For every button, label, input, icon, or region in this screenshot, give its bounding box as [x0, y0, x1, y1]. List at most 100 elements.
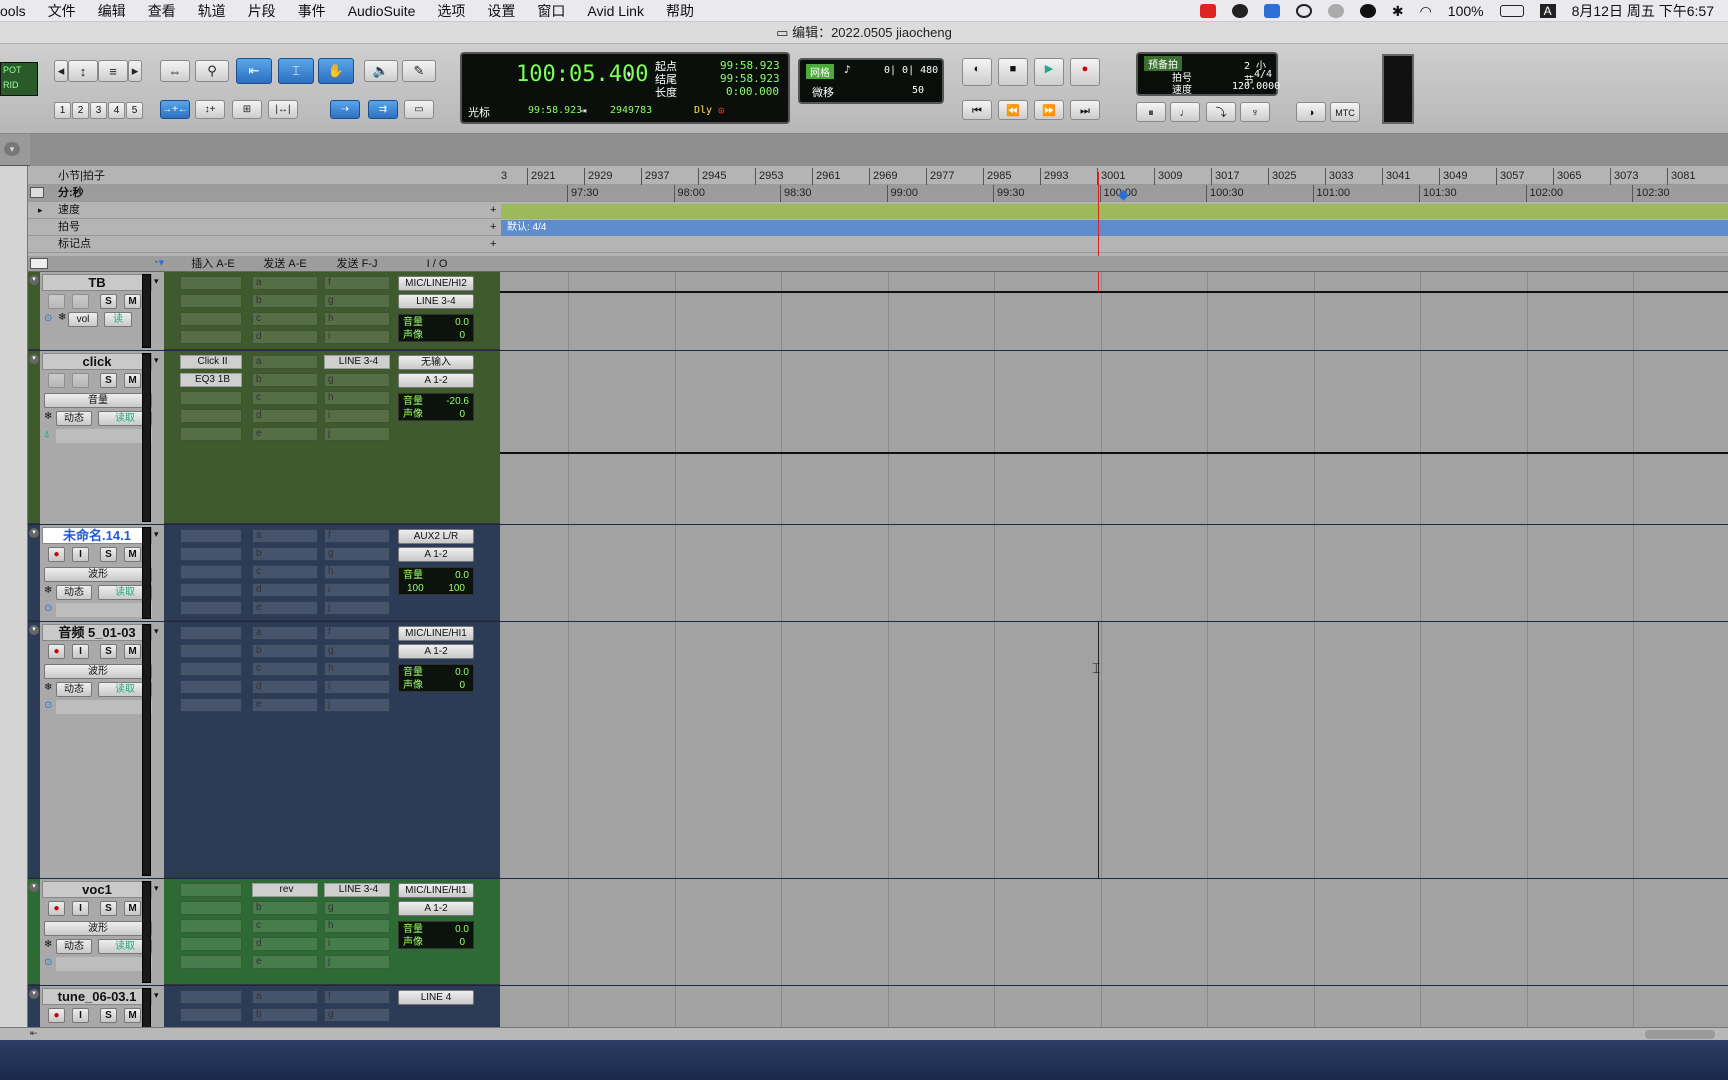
input-selector[interactable]: 无输入 — [398, 355, 474, 370]
insert-slot[interactable]: Click II — [180, 355, 242, 369]
send-slot[interactable]: d — [252, 409, 318, 423]
send-slot[interactable]: e — [252, 698, 318, 712]
playlist-icon[interactable]: ⍋ — [44, 429, 50, 440]
send-slot[interactable]: j — [324, 955, 390, 969]
zoom-preset-5[interactable]: 5 — [126, 102, 143, 119]
zoom-in-button[interactable]: ▸ — [128, 60, 142, 82]
pencil-tool[interactable]: ✎ — [402, 60, 436, 82]
tempo-value[interactable]: 120.0000 — [1232, 81, 1280, 92]
midi-zoom-button[interactable]: ≡ — [98, 60, 128, 82]
scroll-to-start-icon[interactable]: ⇤ — [30, 1028, 38, 1039]
freeze-icon[interactable]: ❄ — [44, 939, 52, 950]
volume-value[interactable]: 0.0 — [455, 666, 469, 679]
menu-pro-tools[interactable]: ools — [0, 3, 26, 19]
selector-tool[interactable]: ⌶ — [278, 58, 314, 84]
nudge-value[interactable]: 50 — [912, 85, 924, 96]
rewind-button[interactable]: ⏪ — [998, 100, 1028, 120]
send-slot[interactable]: c — [252, 919, 318, 933]
insert-slot[interactable] — [180, 990, 242, 1004]
input-monitor-button[interactable]: I — [72, 547, 89, 562]
track-collapse-icon[interactable]: ▾ — [29, 275, 39, 285]
menu-file[interactable]: 文件 — [48, 1, 76, 21]
send-slot[interactable]: j — [324, 427, 390, 441]
send-slot[interactable]: f — [324, 990, 390, 1004]
insert-slot[interactable] — [180, 662, 242, 676]
input-selector[interactable]: LINE 4 — [398, 990, 474, 1005]
track-collapse-icon[interactable]: ▾ — [29, 625, 39, 635]
solo-button[interactable]: S — [100, 373, 117, 388]
menu-options[interactable]: 选项 — [437, 1, 465, 21]
send-slot[interactable]: c — [252, 565, 318, 579]
record-enable-button[interactable]: ● — [48, 547, 65, 562]
tempo-bar[interactable] — [501, 204, 1728, 219]
insert-slot[interactable] — [180, 626, 242, 640]
link-track-edit-button[interactable]: ⇢ — [330, 100, 360, 119]
pan-right-value[interactable]: 100 — [448, 582, 465, 595]
insert-slot[interactable] — [180, 583, 242, 597]
conductor-button[interactable]: ♆ — [1240, 102, 1270, 122]
plugin-icon[interactable] — [1263, 4, 1280, 18]
track-playlist-area[interactable] — [500, 272, 1728, 350]
track-view-selector[interactable]: 波形 — [44, 567, 152, 582]
delay-label[interactable]: Dly — [694, 105, 712, 116]
send-slot[interactable]: e — [252, 955, 318, 969]
record-button[interactable]: ● — [1070, 58, 1100, 86]
track-name-menu-icon[interactable]: ▾ — [154, 990, 159, 1001]
menu-avid-link[interactable]: Avid Link — [587, 3, 644, 19]
send-slot[interactable]: e — [252, 427, 318, 441]
output-selector[interactable]: A 1-2 — [398, 901, 474, 916]
online-button[interactable]: ◐ — [962, 58, 992, 86]
input-selector[interactable]: MIC/LINE/HI1 — [398, 626, 474, 641]
metronome-button[interactable]: ♩ — [1170, 102, 1200, 122]
battery-icon[interactable] — [1499, 5, 1524, 17]
track-name-menu-icon[interactable]: ▾ — [154, 529, 159, 540]
track-name[interactable]: tune_06-03.1 — [42, 988, 152, 1005]
track-name[interactable]: 音频 5_01-03 — [42, 624, 152, 641]
send-slot-a[interactable]: rev — [252, 883, 318, 897]
input-monitor-button[interactable]: I — [72, 644, 89, 659]
return-to-zero-button[interactable]: ⏮ — [962, 100, 992, 120]
insert-slot[interactable]: EQ3 1B — [180, 373, 242, 387]
track-name[interactable]: voc1 — [42, 881, 152, 898]
track-playlist-area[interactable] — [500, 351, 1728, 524]
menu-track[interactable]: 轨道 — [198, 1, 226, 21]
track-playlist-area[interactable] — [500, 986, 1728, 1027]
send-slot[interactable]: f — [324, 626, 390, 640]
send-slot[interactable]: g — [324, 373, 390, 387]
track-view-selector[interactable]: 波形 — [44, 921, 152, 936]
scrubber-tool[interactable]: 🔈 — [364, 60, 398, 82]
input-selector[interactable]: MIC/LINE/HI1 — [398, 883, 474, 898]
input-monitor-button[interactable]: I — [72, 901, 89, 916]
zoom-preset-3[interactable]: 3 — [90, 102, 107, 119]
send-slot[interactable]: f — [324, 276, 390, 290]
send-slot[interactable]: d — [252, 583, 318, 597]
solo-button[interactable]: S — [100, 294, 117, 309]
zoom-tool[interactable]: ⚲ — [195, 60, 229, 82]
pan-value[interactable]: 0 — [459, 329, 465, 342]
freeze-icon[interactable]: ❄ — [58, 312, 66, 323]
send-slot[interactable]: h — [324, 391, 390, 405]
zoomer-tool[interactable]: ⇔ — [160, 60, 190, 82]
link-timeline-button[interactable]: ⇉ — [368, 100, 398, 119]
send-slot[interactable]: h — [324, 312, 390, 326]
menu-setup[interactable]: 设置 — [487, 1, 515, 21]
playlist-icon[interactable]: ⊙ — [44, 700, 52, 711]
send-slot-f[interactable]: LINE 3-4 — [324, 883, 390, 897]
compass-icon[interactable] — [1359, 4, 1376, 18]
stop-button[interactable]: ■ — [998, 58, 1028, 86]
send-slot[interactable]: a — [252, 276, 318, 290]
solo-button[interactable]: S — [100, 901, 117, 916]
mute-button[interactable]: M — [124, 294, 141, 309]
trim-tool[interactable]: ⇤ — [236, 58, 272, 84]
volume-value[interactable]: 0.0 — [455, 923, 469, 936]
track-collapse-icon[interactable]: ▾ — [29, 354, 39, 364]
send-slot[interactable]: i — [324, 937, 390, 951]
output-selector[interactable]: A 1-2 — [398, 644, 474, 659]
start-value[interactable]: 99:58.923 — [720, 59, 780, 72]
half-moon-icon[interactable] — [1327, 4, 1344, 18]
insert-slot[interactable] — [180, 565, 242, 579]
send-slot[interactable]: j — [324, 601, 390, 615]
sync-icon[interactable] — [1295, 4, 1312, 18]
tempo-expand-icon[interactable]: ▸ — [38, 202, 43, 219]
grid-mode[interactable]: |↔| — [268, 100, 298, 119]
